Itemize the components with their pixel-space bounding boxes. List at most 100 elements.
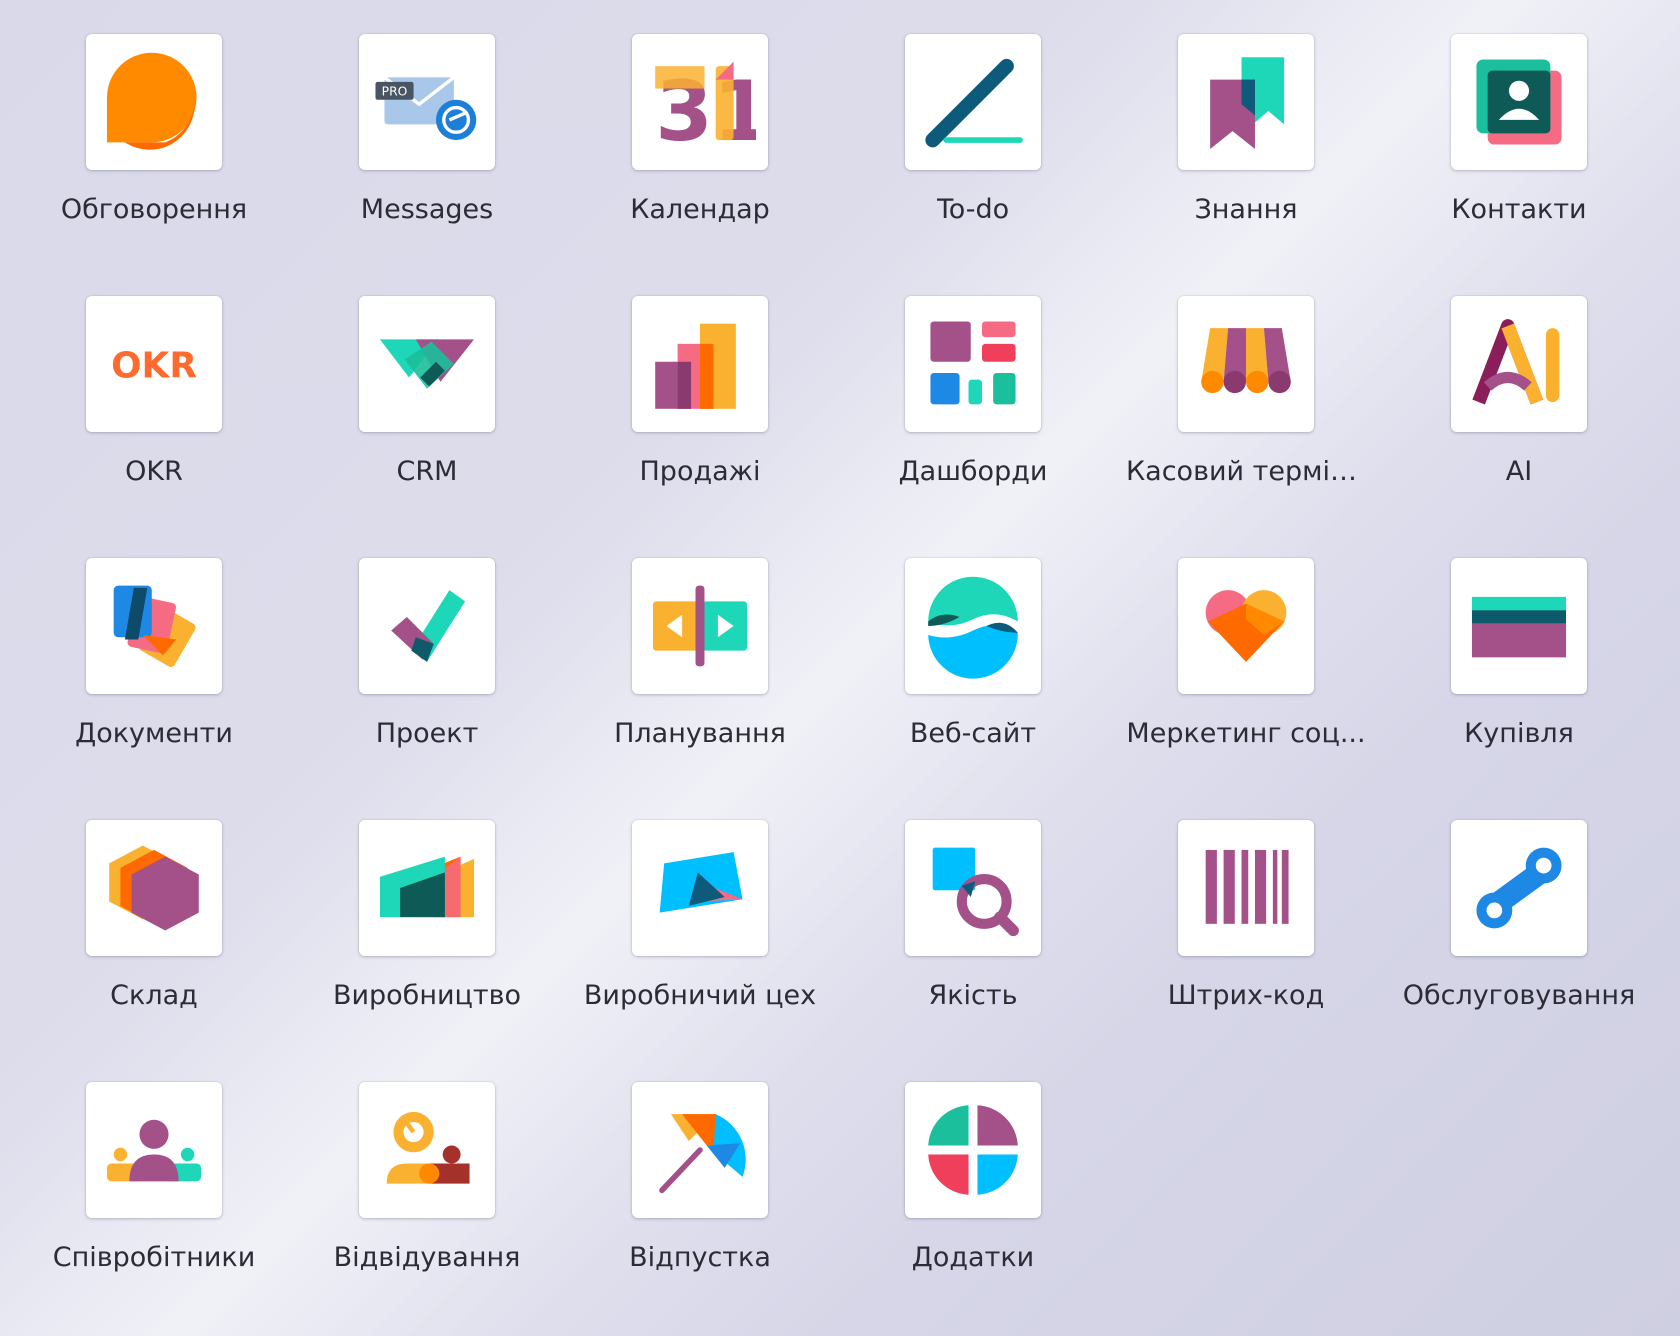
app-calendar[interactable]: 31 Календар [570,34,830,264]
app-label: Продажі [639,456,761,487]
app-label: Відпустка [629,1242,771,1273]
contacts-tile[interactable] [1451,34,1587,170]
app-okr[interactable]: OKR OKR [24,296,284,526]
crm-icon [379,339,475,389]
employees-icon [106,1119,202,1182]
app-label: Меркетинг соц... [1126,718,1366,749]
app-manufacturing[interactable]: Виробництво [297,820,557,1050]
dashboards-icon [930,321,1016,405]
app-label: Виробництво [332,980,522,1011]
app-crm[interactable]: CRM [297,296,557,526]
ai-icon [1472,319,1560,405]
social-marketing-icon [1205,590,1287,662]
app-messages[interactable]: PRO Messages [297,34,557,264]
apps-icon [928,1105,1018,1195]
app-discuss[interactable]: Обговорення [24,34,284,264]
app-label: Планування [614,718,786,749]
planning-icon [652,585,748,667]
app-label: Обговорення [60,194,248,225]
pro-badge: PRO [382,84,408,98]
documents-icon [113,585,196,667]
calendar-tile[interactable]: 31 [632,34,768,170]
app-website[interactable]: Веб-сайт [843,558,1103,788]
manufacturing-icon [379,856,475,918]
project-tile[interactable] [359,558,495,694]
sales-icon [655,323,736,409]
app-grid: Обговорення PRO Messages 31 Кален [0,0,1680,1336]
app-ai[interactable]: AI [1389,296,1649,526]
app-todo[interactable]: To-do [843,34,1103,264]
quality-icon [932,847,1019,937]
quality-tile[interactable] [905,820,1041,956]
dashboards-tile[interactable] [905,296,1041,432]
time-off-icon [659,1114,746,1194]
app-maintenance[interactable]: Обслуговування [1389,820,1649,1050]
todo-tile[interactable] [905,34,1041,170]
app-sales[interactable]: Продажі [570,296,830,526]
manufacturing-tile[interactable] [359,820,495,956]
app-label: Додатки [911,1242,1035,1273]
purchase-tile[interactable] [1451,558,1587,694]
website-icon [928,576,1018,679]
app-label: Обслуговування [1402,980,1636,1011]
inventory-tile[interactable] [86,820,222,956]
app-apps[interactable]: Додатки [843,1082,1103,1312]
app-label: Дашборди [898,456,1048,487]
apps-tile[interactable] [905,1082,1041,1218]
app-project[interactable]: Проект [297,558,557,788]
okr-icon: OKR [111,345,197,386]
app-label: CRM [396,456,458,487]
inventory-icon [109,845,199,931]
app-attendances[interactable]: Відвідування [297,1082,557,1312]
time-off-tile[interactable] [632,1082,768,1218]
app-barcode[interactable]: Штрих-код [1116,820,1376,1050]
discuss-tile[interactable] [86,34,222,170]
knowledge-tile[interactable] [1178,34,1314,170]
app-label: Склад [110,980,198,1011]
app-label: Messages [360,194,494,225]
app-documents[interactable]: Документи [24,558,284,788]
calendar-icon: 31 [655,61,756,158]
app-quality[interactable]: Якість [843,820,1103,1050]
app-contacts[interactable]: Контакти [1389,34,1649,264]
messages-tile[interactable]: PRO [359,34,495,170]
app-label: Веб-сайт [909,718,1037,749]
okr-tile[interactable]: OKR [86,296,222,432]
app-label: Співробітники [52,1242,256,1273]
employees-tile[interactable] [86,1082,222,1218]
app-employees[interactable]: Співробітники [24,1082,284,1312]
documents-tile[interactable] [86,558,222,694]
app-label: Відвідування [333,1242,521,1273]
pos-icon [1201,328,1291,394]
todo-icon [925,58,1023,148]
planning-tile[interactable] [632,558,768,694]
app-time-off[interactable]: Відпустка [570,1082,830,1312]
website-tile[interactable] [905,558,1041,694]
ai-tile[interactable] [1451,296,1587,432]
attendances-tile[interactable] [359,1082,495,1218]
app-label: Штрих-код [1167,980,1325,1011]
app-label: To-do [936,194,1010,225]
messages-pro-icon: PRO [375,76,477,141]
app-knowledge[interactable]: Знання [1116,34,1376,264]
barcode-tile[interactable] [1178,820,1314,956]
app-shop-floor[interactable]: Виробничий цех [570,820,830,1050]
maintenance-tile[interactable] [1451,820,1587,956]
app-label: Купівля [1464,718,1574,749]
app-inventory[interactable]: Склад [24,820,284,1050]
app-label: Календар [630,194,770,225]
app-label: Виробничий цех [583,980,817,1011]
app-purchase[interactable]: Купівля [1389,558,1649,788]
app-social-marketing[interactable]: Меркетинг соц... [1116,558,1376,788]
app-planning[interactable]: Планування [570,558,830,788]
app-label: Проект [375,718,479,749]
pos-tile[interactable] [1178,296,1314,432]
app-label: AI [1505,456,1533,487]
app-dashboards[interactable]: Дашборди [843,296,1103,526]
app-pos[interactable]: Касовий термін... [1116,296,1376,526]
social-marketing-tile[interactable] [1178,558,1314,694]
crm-tile[interactable] [359,296,495,432]
barcode-icon [1205,849,1289,924]
shop-floor-tile[interactable] [632,820,768,956]
sales-tile[interactable] [632,296,768,432]
